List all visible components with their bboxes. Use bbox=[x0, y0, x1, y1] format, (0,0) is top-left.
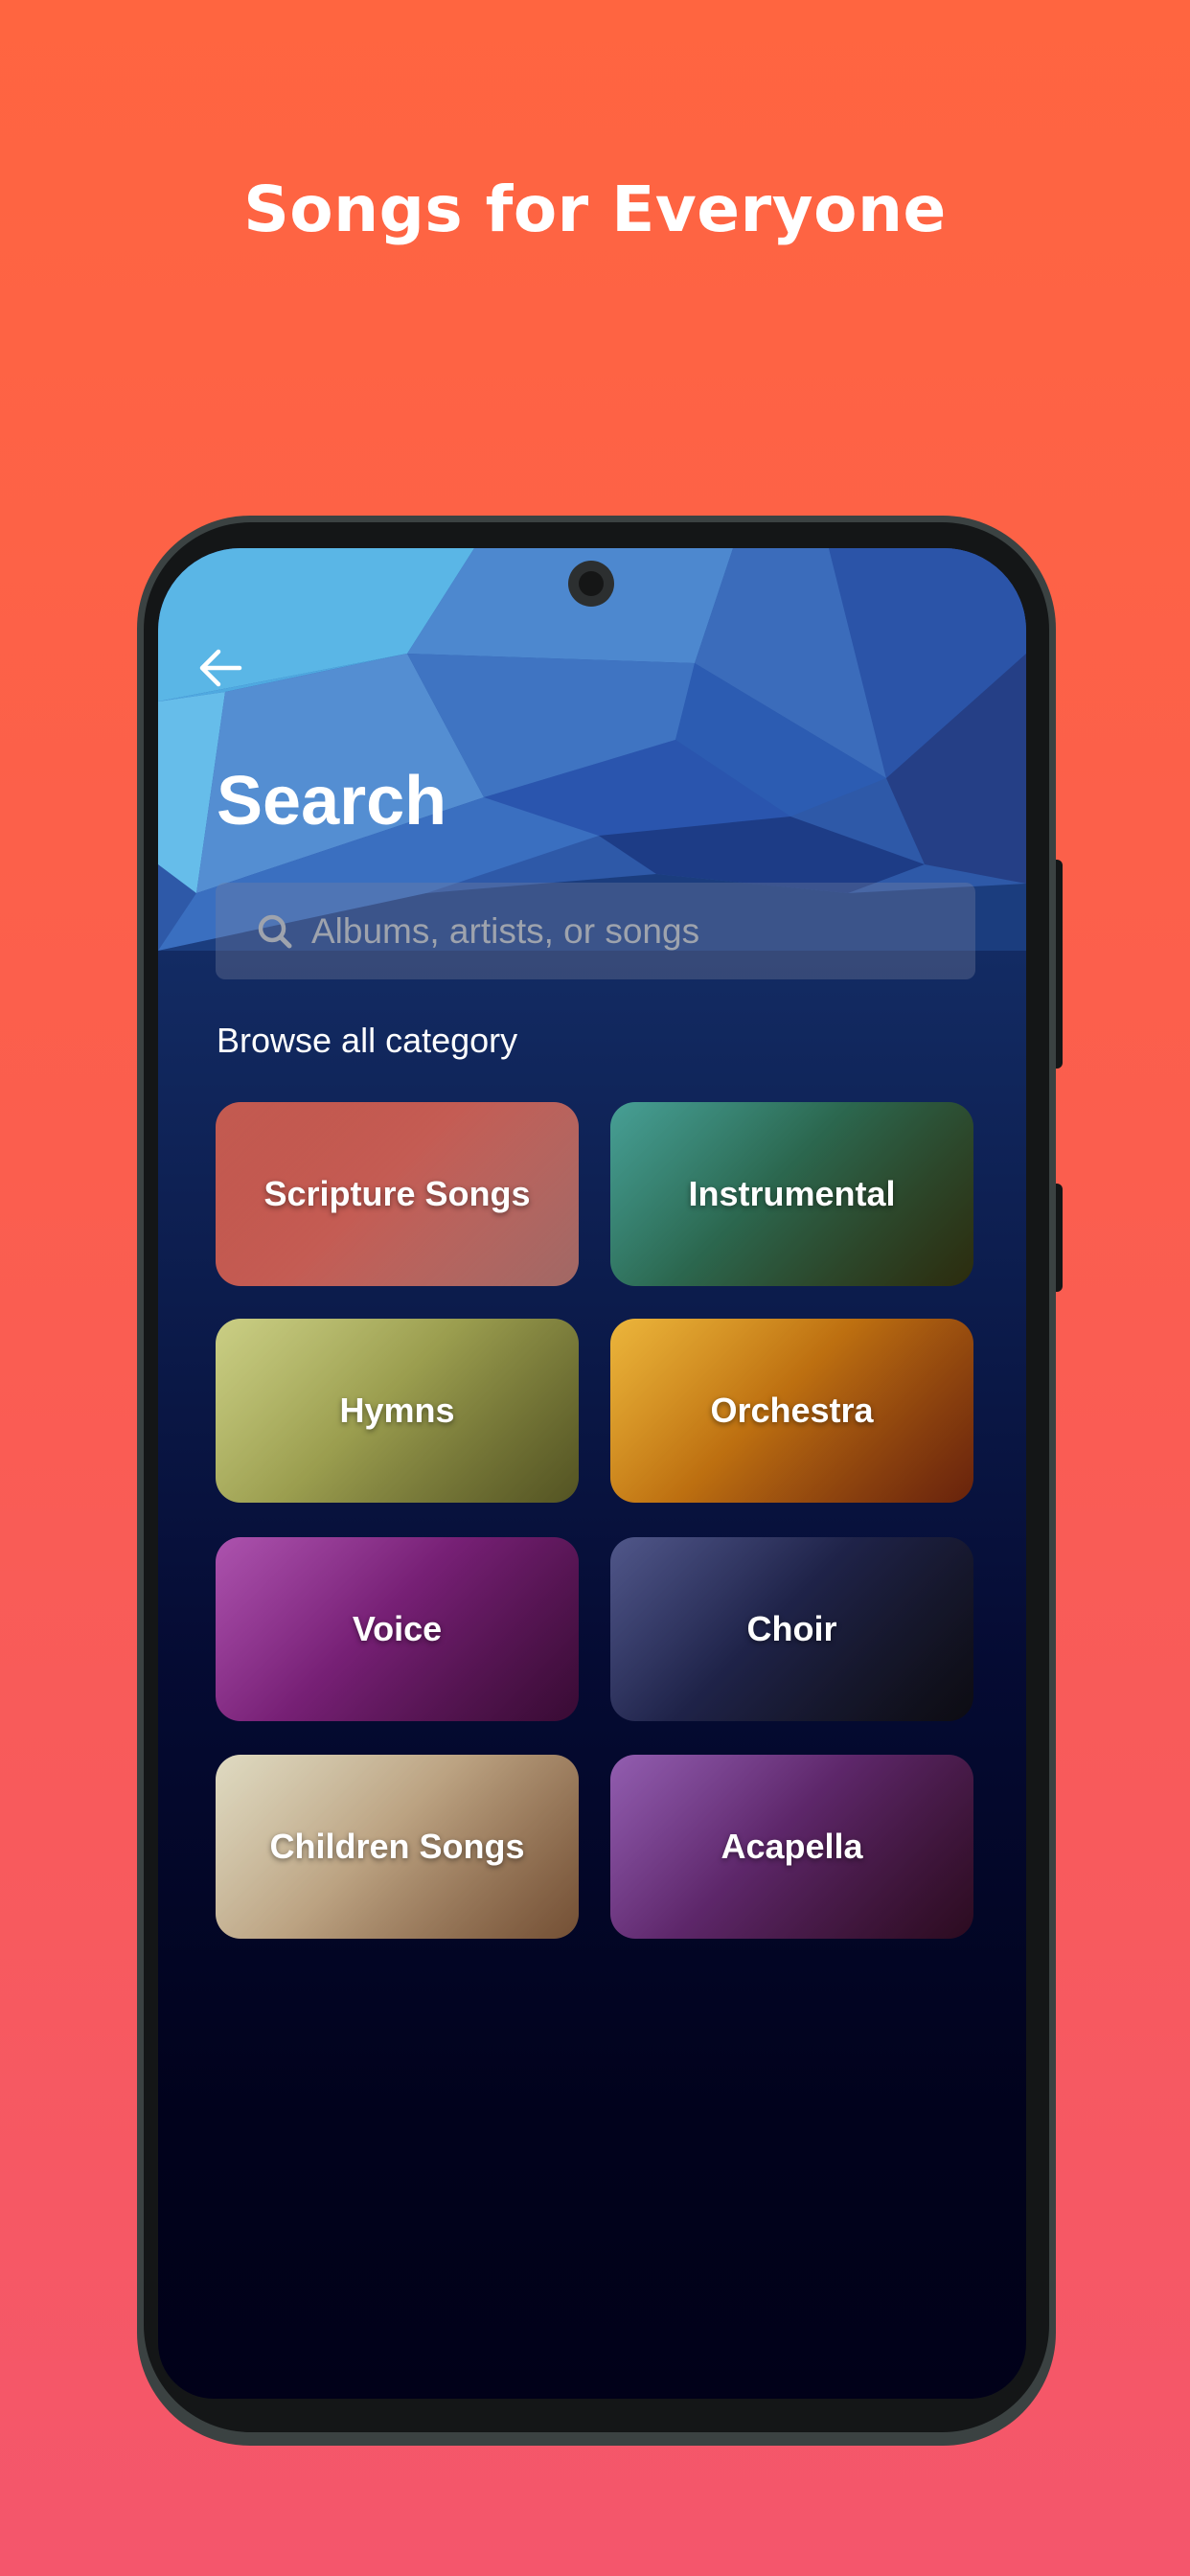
category-label: Instrumental bbox=[688, 1174, 896, 1213]
category-label: Hymns bbox=[339, 1391, 455, 1430]
category-label: Orchestra bbox=[710, 1391, 874, 1430]
category-card-hymns[interactable]: Hymns bbox=[216, 1319, 579, 1503]
category-card-choir[interactable]: Choir bbox=[610, 1537, 973, 1721]
category-card-orchestra[interactable]: Orchestra bbox=[610, 1319, 973, 1503]
browse-heading: Browse all category bbox=[217, 1021, 518, 1060]
category-label: Voice bbox=[352, 1609, 443, 1648]
category-label: Choir bbox=[746, 1609, 837, 1648]
promo-headline: Songs for Everyone bbox=[243, 172, 947, 246]
category-card-instrumental[interactable]: Instrumental bbox=[610, 1102, 973, 1286]
category-label: Acapella bbox=[721, 1827, 863, 1866]
search-icon bbox=[258, 914, 292, 948]
category-label: Scripture Songs bbox=[263, 1174, 531, 1213]
search-bar[interactable] bbox=[216, 883, 975, 979]
page-title: Search bbox=[217, 763, 447, 840]
category-label: Children Songs bbox=[269, 1827, 525, 1866]
search-input[interactable] bbox=[309, 909, 975, 953]
front-camera bbox=[568, 561, 614, 607]
category-card-scripture-songs[interactable]: Scripture Songs bbox=[216, 1102, 579, 1286]
category-card-children-songs[interactable]: Children Songs bbox=[216, 1755, 579, 1939]
category-card-acapella[interactable]: Acapella bbox=[610, 1755, 973, 1939]
arrow-left-icon bbox=[199, 649, 242, 687]
back-button[interactable] bbox=[197, 646, 243, 690]
category-card-voice[interactable]: Voice bbox=[216, 1537, 579, 1721]
